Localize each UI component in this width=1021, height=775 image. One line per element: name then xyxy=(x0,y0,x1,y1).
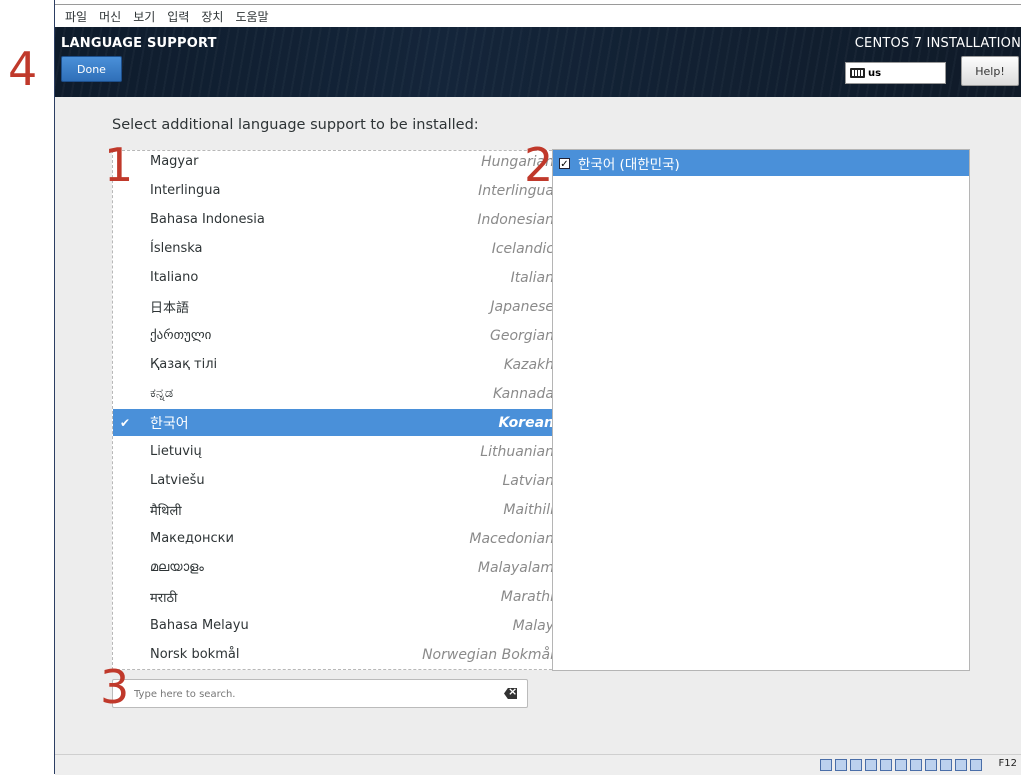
language-native-name: Italiano xyxy=(150,270,199,285)
language-row[interactable]: Íslenska Icelandic xyxy=(113,235,571,262)
language-native-name: Қазақ тілі xyxy=(150,357,218,372)
language-english-name: Malay xyxy=(512,617,554,634)
hdd-icon[interactable] xyxy=(820,759,832,771)
locale-list[interactable]: ✓ 한국어 (대한민국) xyxy=(552,149,970,671)
language-english-name: Indonesian xyxy=(477,211,554,228)
language-english-name: Macedonian xyxy=(469,530,554,547)
spoke-title: LANGUAGE SUPPORT xyxy=(61,36,217,51)
language-row[interactable]: Bahasa Melayu Malay xyxy=(113,612,571,639)
keyboard-layout-indicator[interactable]: us xyxy=(845,62,946,84)
language-english-name: Latvian xyxy=(502,472,555,489)
checkmark-icon: ✔ xyxy=(120,415,131,430)
search-input[interactable] xyxy=(114,681,506,708)
language-native-name: Latviešu xyxy=(150,473,205,488)
language-row[interactable]: Lietuvių Lithuanian xyxy=(113,438,571,465)
language-native-name: मराठी xyxy=(150,590,178,606)
language-native-name: Norsk bokmål xyxy=(150,647,240,662)
menu-machine[interactable]: 머신 xyxy=(99,8,121,25)
cd-icon[interactable] xyxy=(835,759,847,771)
menu-devices[interactable]: 장치 xyxy=(201,8,223,25)
language-english-name: Japanese xyxy=(490,298,554,315)
video-capture-icon[interactable] xyxy=(910,759,922,771)
language-english-name: Lithuanian xyxy=(480,443,554,460)
language-row[interactable]: Norsk bokmål Norwegian Bokmål xyxy=(113,641,571,668)
language-native-name: Lietuvių xyxy=(150,444,202,459)
language-native-name: Interlingua xyxy=(150,183,221,198)
language-row[interactable]: ಕನ್ನಡ Kannada xyxy=(113,380,571,407)
content-area: Select additional language support to be… xyxy=(55,97,1021,754)
status-icons xyxy=(820,759,985,771)
language-native-name: മലയാളം xyxy=(150,560,204,575)
mouse-integration-icon[interactable] xyxy=(955,759,967,771)
language-list[interactable]: Magyar Hungarian Interlingua Interlingua Bah… xyxy=(112,150,572,670)
menu-file[interactable]: 파일 xyxy=(65,8,87,25)
product-title: CENTOS 7 INSTALLATION xyxy=(854,36,1021,51)
language-english-name: Georgian xyxy=(489,327,554,344)
language-row[interactable]: Magyar Hungarian xyxy=(113,151,571,175)
language-native-name: 日本語 xyxy=(150,301,190,316)
language-row[interactable]: മലയാളം Malayalam xyxy=(113,554,571,581)
language-row[interactable]: Interlingua Interlingua xyxy=(113,177,571,204)
language-english-name: Norwegian Bokmål xyxy=(422,646,554,663)
usb-icon[interactable] xyxy=(850,759,862,771)
display-icon[interactable] xyxy=(895,759,907,771)
annotation-2: 2 xyxy=(524,138,554,192)
language-row[interactable]: मैथिली Maithili xyxy=(113,496,571,523)
language-row[interactable]: Қазақ тілі Kazakh xyxy=(113,351,571,378)
network-icon[interactable] xyxy=(865,759,877,771)
annotation-4: 4 xyxy=(8,42,38,96)
language-english-name: Icelandic xyxy=(491,240,554,257)
language-native-name: ქართული xyxy=(150,328,212,343)
language-native-name: Македонски xyxy=(150,531,234,546)
language-native-name: Íslenska xyxy=(150,241,203,256)
keyboard-icon xyxy=(850,68,865,78)
language-english-name: Korean xyxy=(498,414,554,431)
prompt-label: Select additional language support to be… xyxy=(112,117,479,133)
locale-row[interactable]: ✓ 한국어 (대한민국) xyxy=(553,150,969,176)
left-margin xyxy=(0,0,55,774)
guest-additions-icon[interactable] xyxy=(940,759,952,771)
language-native-name: Bahasa Melayu xyxy=(150,618,249,633)
language-row[interactable]: Bahasa Indonesia Indonesian xyxy=(113,206,571,233)
language-native-name: मैथिली xyxy=(150,503,182,519)
language-native-name: 한국어 xyxy=(150,415,189,432)
done-button[interactable]: Done xyxy=(61,56,122,82)
language-english-name: Marathi xyxy=(500,588,554,605)
language-english-name: Italian xyxy=(510,269,554,286)
language-row[interactable]: 日本語 Japanese xyxy=(113,293,571,320)
language-row[interactable]: मराठी Marathi xyxy=(113,583,571,610)
locale-checkbox[interactable]: ✓ xyxy=(559,157,570,170)
record-icon[interactable] xyxy=(925,759,937,771)
menu-help[interactable]: 도움말 xyxy=(235,8,268,25)
search-box[interactable] xyxy=(112,679,528,708)
annotation-1: 1 xyxy=(104,138,134,192)
language-native-name: Magyar xyxy=(150,154,199,169)
language-row[interactable]: Italiano Italian xyxy=(113,264,571,291)
language-english-name: Malayalam xyxy=(477,559,554,576)
keyboard-layout-label: us xyxy=(868,67,882,79)
language-english-name: Kazakh xyxy=(503,356,554,373)
menu-view[interactable]: 보기 xyxy=(133,8,155,25)
shared-folder-icon[interactable] xyxy=(880,759,892,771)
vm-menubar: 파일 머신 보기 입력 장치 도움말 xyxy=(55,5,1021,27)
language-row[interactable]: ქართული Georgian xyxy=(113,322,571,349)
language-english-name: Maithili xyxy=(503,501,554,518)
language-native-name: Bahasa Indonesia xyxy=(150,212,265,227)
installer-header: LANGUAGE SUPPORT Done CENTOS 7 INSTALLAT… xyxy=(55,27,1021,97)
vm-statusbar: F12 xyxy=(55,754,1021,775)
annotation-3: 3 xyxy=(100,660,130,714)
locale-label: 한국어 (대한민국) xyxy=(578,157,680,173)
menu-input[interactable]: 입력 xyxy=(167,8,189,25)
host-key-label: F12 xyxy=(998,758,1017,769)
language-native-name: ಕನ್ನಡ xyxy=(150,386,174,401)
help-button[interactable]: Help! xyxy=(961,56,1019,86)
language-row[interactable]: ✔ 한국어 Korean xyxy=(113,409,571,436)
language-row[interactable]: Македонски Macedonian xyxy=(113,525,571,552)
virtualization-icon[interactable] xyxy=(970,759,982,771)
language-english-name: Kannada xyxy=(492,385,554,402)
language-row[interactable]: Latviešu Latvian xyxy=(113,467,571,494)
